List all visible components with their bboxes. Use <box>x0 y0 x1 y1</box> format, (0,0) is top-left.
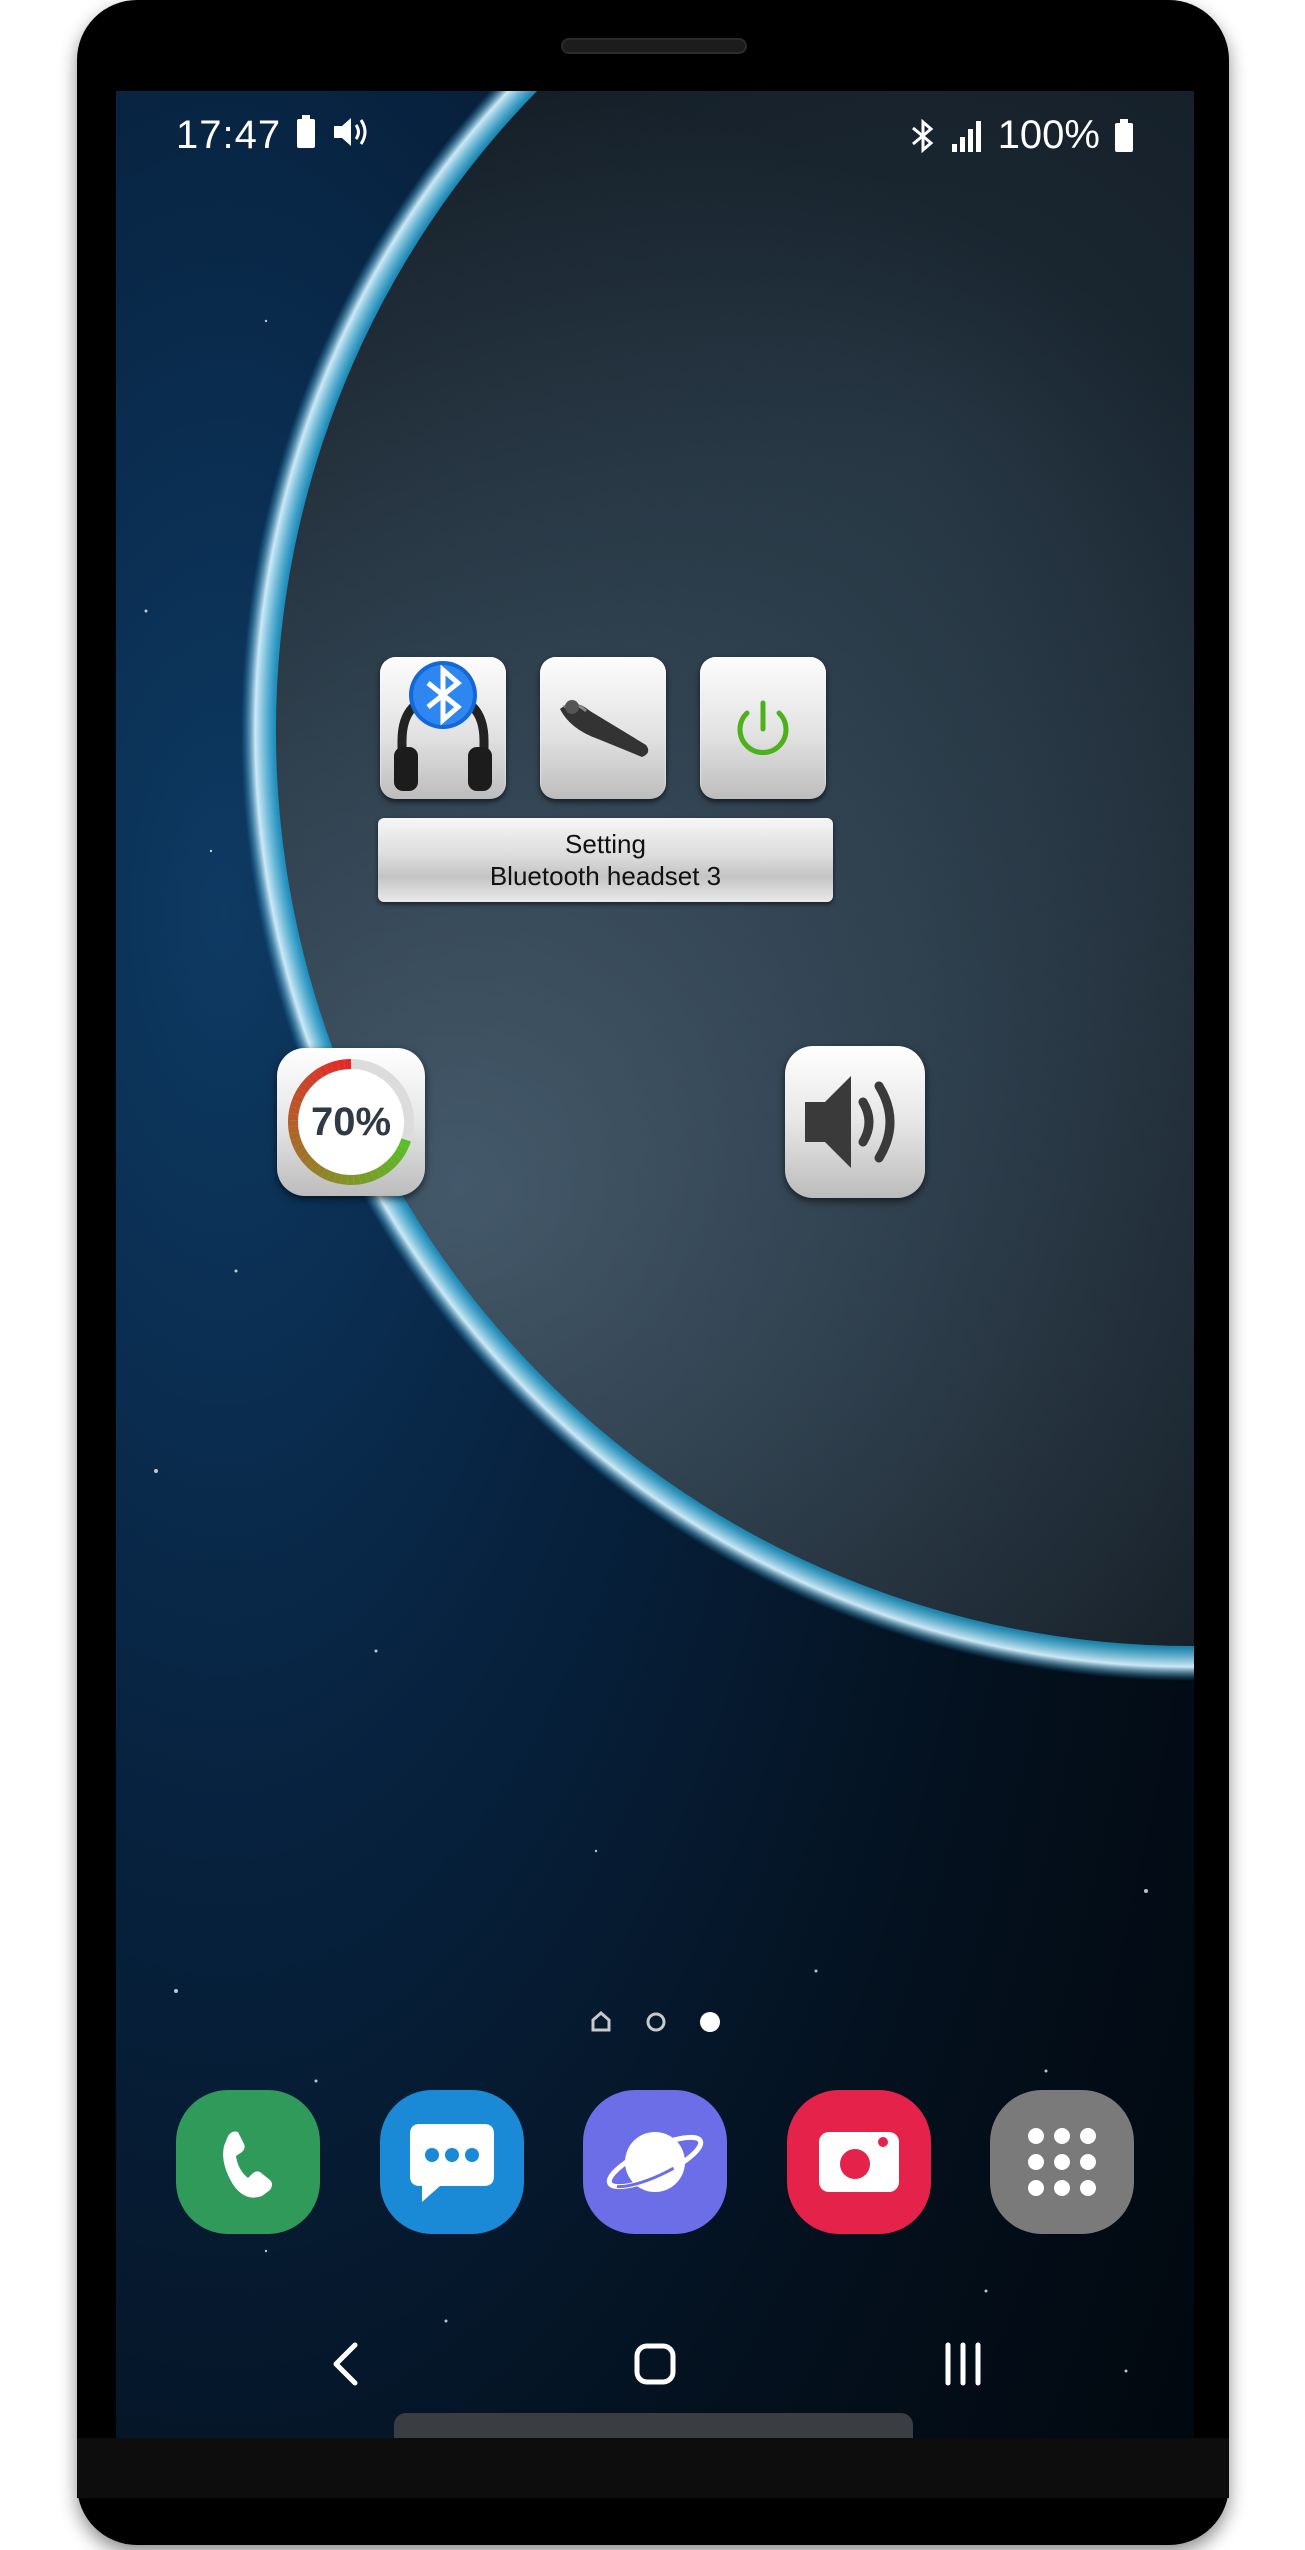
battery-icon <box>297 115 315 148</box>
battery-widget[interactable]: 70% <box>277 1048 425 1196</box>
bluetooth-headphones-icon <box>394 661 492 791</box>
power-tile[interactable] <box>700 657 826 799</box>
messages-app[interactable] <box>380 2090 524 2234</box>
recents-icon <box>945 2342 981 2386</box>
volume-widget[interactable] <box>785 1046 925 1198</box>
camera-app[interactable] <box>787 2090 931 2234</box>
home-button[interactable] <box>610 2329 700 2399</box>
phone-app[interactable] <box>176 2090 320 2234</box>
page-indicator <box>116 2004 1194 2044</box>
battery-percent-text: 70% <box>310 1100 392 1144</box>
status-bar: 17:47 100% <box>116 91 1194 181</box>
internet-app[interactable] <box>583 2090 727 2234</box>
battery-percent: 100% <box>997 113 1100 157</box>
recents-button[interactable] <box>918 2329 1008 2399</box>
phone-frame: 17:47 100% Setting Bluetooth headset 3 7… <box>77 0 1229 2545</box>
speaker-icon <box>805 1076 895 1168</box>
phone-bottom-bezel <box>77 2438 1229 2498</box>
back-icon <box>333 2342 358 2386</box>
home-page-indicator-icon[interactable] <box>591 2011 611 2032</box>
phone-icon <box>176 2090 320 2234</box>
headset-name: Bluetooth headset 3 <box>489 861 722 891</box>
earpiece-speaker <box>561 38 747 54</box>
camera-icon <box>787 2090 931 2234</box>
back-button[interactable] <box>300 2329 390 2399</box>
internet-icon <box>583 2090 727 2234</box>
setting-label: Setting <box>565 829 646 859</box>
status-left-icons <box>296 115 372 149</box>
status-right-icons: 100% <box>910 113 1134 158</box>
bluetooth-earpiece-tile[interactable] <box>540 657 666 799</box>
home-icon <box>634 2343 676 2385</box>
battery-icon <box>1115 118 1133 152</box>
setting-bar[interactable]: Setting Bluetooth headset 3 <box>378 818 833 902</box>
page-dot[interactable] <box>646 2012 666 2032</box>
bluetooth-earpiece-icon <box>560 700 649 757</box>
apps-icon <box>990 2090 1134 2234</box>
home-screen: 17:47 100% Setting Bluetooth headset 3 7… <box>116 91 1194 2438</box>
apps-drawer[interactable] <box>990 2090 1134 2234</box>
bluetooth-headphones-tile[interactable] <box>380 657 506 799</box>
power-icon <box>737 700 789 756</box>
page-dot-active[interactable] <box>700 2012 720 2032</box>
page-dots <box>591 2011 720 2032</box>
messages-icon <box>380 2090 524 2234</box>
volume-icon <box>334 118 367 146</box>
bluetooth-icon <box>911 118 933 153</box>
signal-icon <box>951 120 981 152</box>
status-time: 17:47 <box>176 113 282 157</box>
gesture-handle[interactable] <box>394 2413 913 2438</box>
wallpaper-earth <box>116 91 1194 2438</box>
